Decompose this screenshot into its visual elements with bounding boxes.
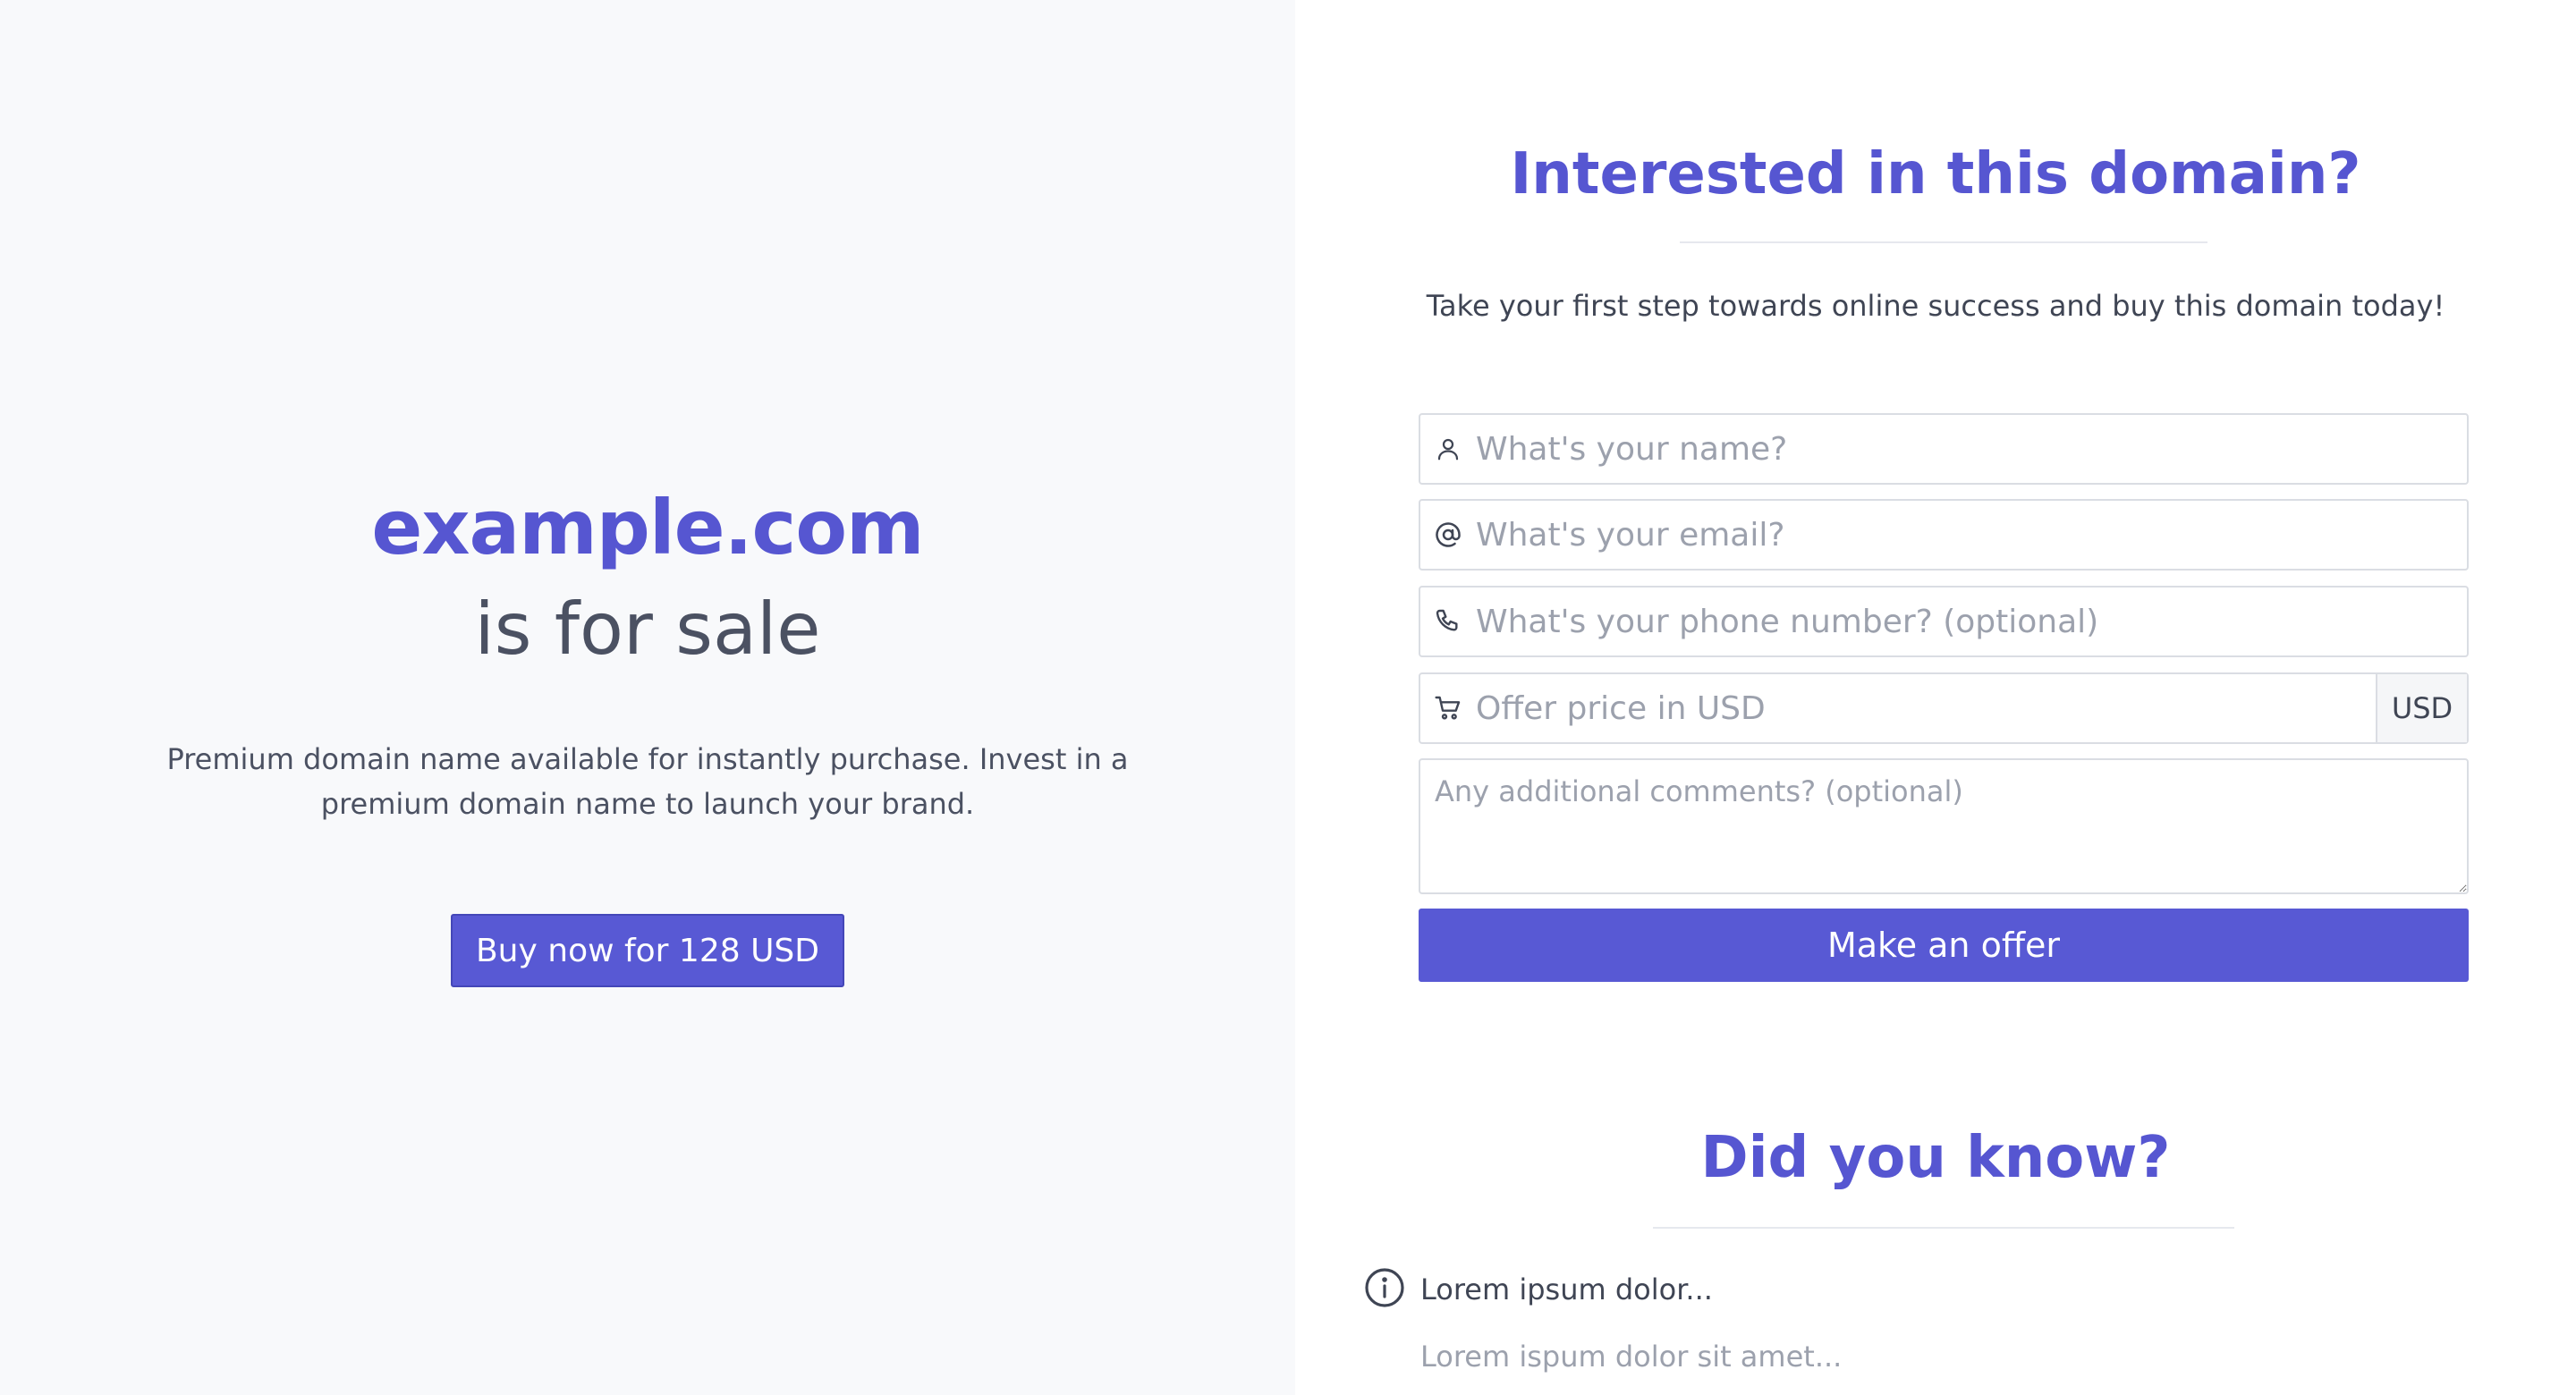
- cart-icon: [1420, 674, 1476, 742]
- name-input[interactable]: [1476, 415, 2467, 483]
- fact-item: Lorem ipsum dolor...: [1363, 1266, 1713, 1313]
- offer-price-field: USD: [1419, 672, 2469, 744]
- domain-name: example.com: [371, 484, 924, 571]
- fact-title: Lorem ipsum dolor...: [1420, 1272, 1713, 1306]
- email-input[interactable]: [1476, 501, 2467, 569]
- phone-icon: [1420, 588, 1476, 655]
- at-icon: [1420, 501, 1476, 569]
- buy-now-button[interactable]: Buy now for 128 USD: [450, 914, 844, 987]
- title-divider: [1680, 241, 2207, 243]
- sale-status: is for sale: [474, 588, 821, 671]
- user-icon: [1420, 415, 1476, 483]
- did-you-know-title: Did you know?: [1700, 1125, 2171, 1191]
- offer-price-input[interactable]: [1476, 674, 2376, 742]
- make-offer-button[interactable]: Make an offer: [1419, 909, 2469, 982]
- form-subtitle: Take your first step towards online succ…: [1426, 289, 2445, 323]
- form-title: Interested in this domain?: [1510, 141, 2361, 207]
- email-field: [1419, 499, 2469, 571]
- phone-field: [1419, 586, 2469, 657]
- hero-panel: example.com is for sale Premium domain n…: [0, 0, 1295, 1395]
- offer-panel: Interested in this domain? Take your fir…: [1295, 0, 2576, 1395]
- did-you-know-divider: [1653, 1227, 2234, 1229]
- page: example.com is for sale Premium domain n…: [0, 0, 2576, 1395]
- phone-input[interactable]: [1476, 588, 2467, 655]
- hero-description: Premium domain name available for instan…: [166, 742, 1129, 821]
- comments-textarea[interactable]: [1419, 758, 2469, 894]
- name-field: [1419, 413, 2469, 485]
- currency-addon: USD: [2376, 674, 2467, 742]
- fact-text: Lorem ispum dolor sit amet...: [1420, 1340, 1843, 1374]
- info-icon: [1363, 1266, 1406, 1313]
